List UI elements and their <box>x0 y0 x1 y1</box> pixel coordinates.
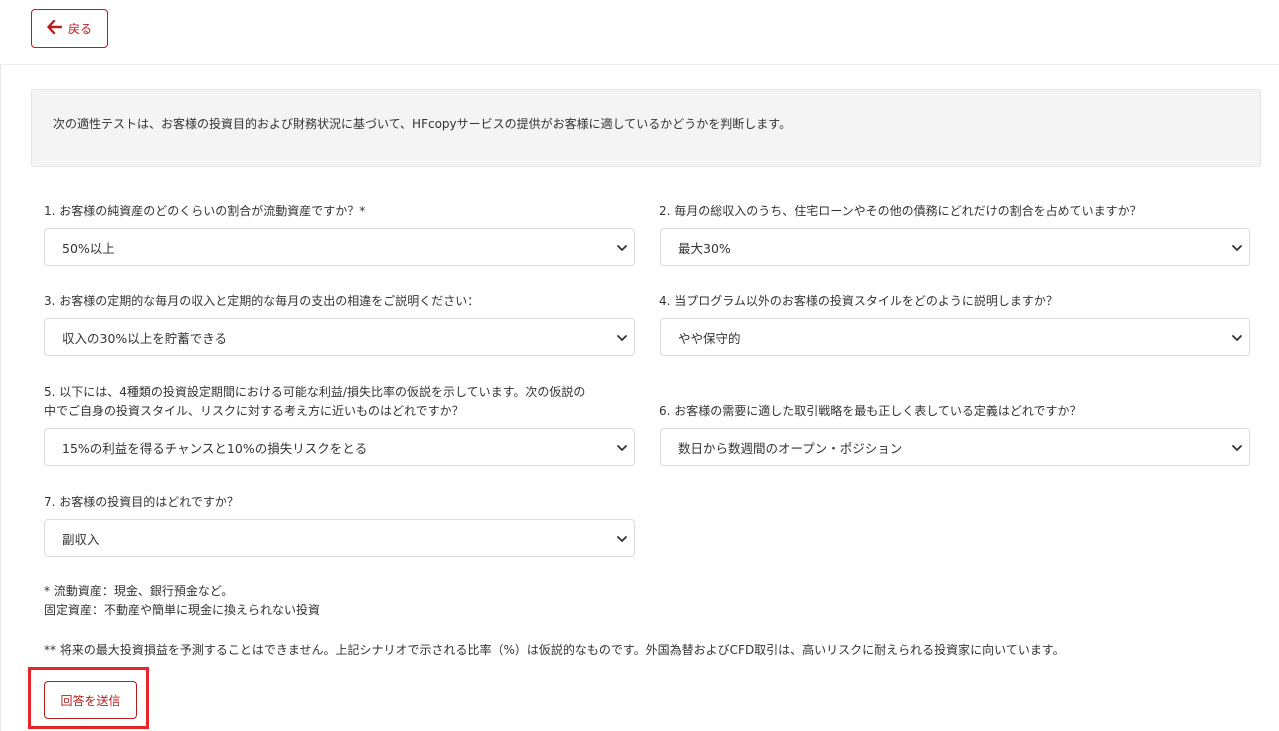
top-bar: 戻る <box>0 0 1279 65</box>
question-3-select[interactable]: 収入の30%以上を貯蓄できる <box>44 318 635 356</box>
question-7-value: 副収入 <box>62 531 100 547</box>
left-divider <box>0 65 1 731</box>
chevron-down-icon <box>617 445 627 451</box>
back-button[interactable]: 戻る <box>31 9 108 48</box>
page: 戻る 次の適性テストは、お客様の投資目的および財務状況に基づいて、HFcopyサ… <box>0 0 1279 731</box>
submit-button[interactable]: 回答を送信 <box>44 681 137 719</box>
question-5-select[interactable]: 15%の利益を得るチャンスと10%の損失リスクをとる <box>44 428 635 466</box>
question-7-select[interactable]: 副収入 <box>44 519 635 557</box>
question-5-label-line-1: 5. 以下には、4種類の投資設定期間における可能な利益/損失比率の仮説を示してい… <box>44 385 586 399</box>
question-3-label: 3. お客様の定期的な毎月の収入と定期的な毎月の支出の相違をご説明ください： <box>44 294 480 308</box>
question-3-value: 収入の30%以上を貯蓄できる <box>62 330 228 346</box>
question-5-label: 5. 以下には、4種類の投資設定期間における可能な利益/損失比率の仮説を示してい… <box>44 383 585 421</box>
submit-label: 回答を送信 <box>60 693 121 708</box>
question-4-value: やや保守的 <box>678 330 741 346</box>
chevron-down-icon <box>617 335 627 341</box>
note-fixed-assets: 固定資産：不動産や簡単に現金に換えられない投資 <box>44 603 321 617</box>
intro-text: 次の適性テストは、お客様の投資目的および財務状況に基づいて、HFcopyサービス… <box>53 117 792 131</box>
chevron-down-icon <box>1232 245 1242 251</box>
question-2-value: 最大30% <box>678 240 731 256</box>
question-7-label: 7. お客様の投資目的はどれですか？ <box>44 495 239 509</box>
question-1-label: 1. お客様の純資産のどのくらいの割合が流動資産ですか？* <box>44 204 366 218</box>
note-liquid-assets: * 流動資産：現金、銀行預金など。 <box>44 584 234 598</box>
chevron-down-icon <box>617 536 627 542</box>
note-disclaimer: ** 将来の最大投資損益を予測することはできません。上記シナリオで示される比率（… <box>44 643 1065 657</box>
intro-panel: 次の適性テストは、お客様の投資目的および財務状況に基づいて、HFcopyサービス… <box>31 89 1261 167</box>
question-2-select[interactable]: 最大30% <box>660 228 1250 266</box>
question-5-label-line-2: 中でご自身の投資スタイル、リスクに対する考え方に近いものはどれですか？ <box>44 404 464 418</box>
arrow-left-icon <box>47 19 63 37</box>
chevron-down-icon <box>1232 335 1242 341</box>
chevron-down-icon <box>617 245 627 251</box>
question-6-select[interactable]: 数日から数週間のオープン・ポジション <box>660 428 1250 466</box>
question-6-value: 数日から数週間のオープン・ポジション <box>678 440 903 456</box>
question-4-label: 4. 当プログラム以外のお客様の投資スタイルをどのように説明しますか？ <box>659 294 1058 308</box>
question-5-value: 15%の利益を得るチャンスと10%の損失リスクをとる <box>62 440 368 456</box>
question-4-select[interactable]: やや保守的 <box>660 318 1250 356</box>
back-label: 戻る <box>67 22 92 36</box>
question-1-value: 50%以上 <box>62 240 115 256</box>
question-2-label: 2. 毎月の総収入のうち、住宅ローンやその他の債務にどれだけの割合を占めています… <box>659 204 1142 218</box>
chevron-down-icon <box>1232 445 1242 451</box>
question-6-label: 6. お客様の需要に適した取引戦略を最も正しく表している定義はどれですか？ <box>659 404 1082 418</box>
question-1-select[interactable]: 50%以上 <box>44 228 635 266</box>
